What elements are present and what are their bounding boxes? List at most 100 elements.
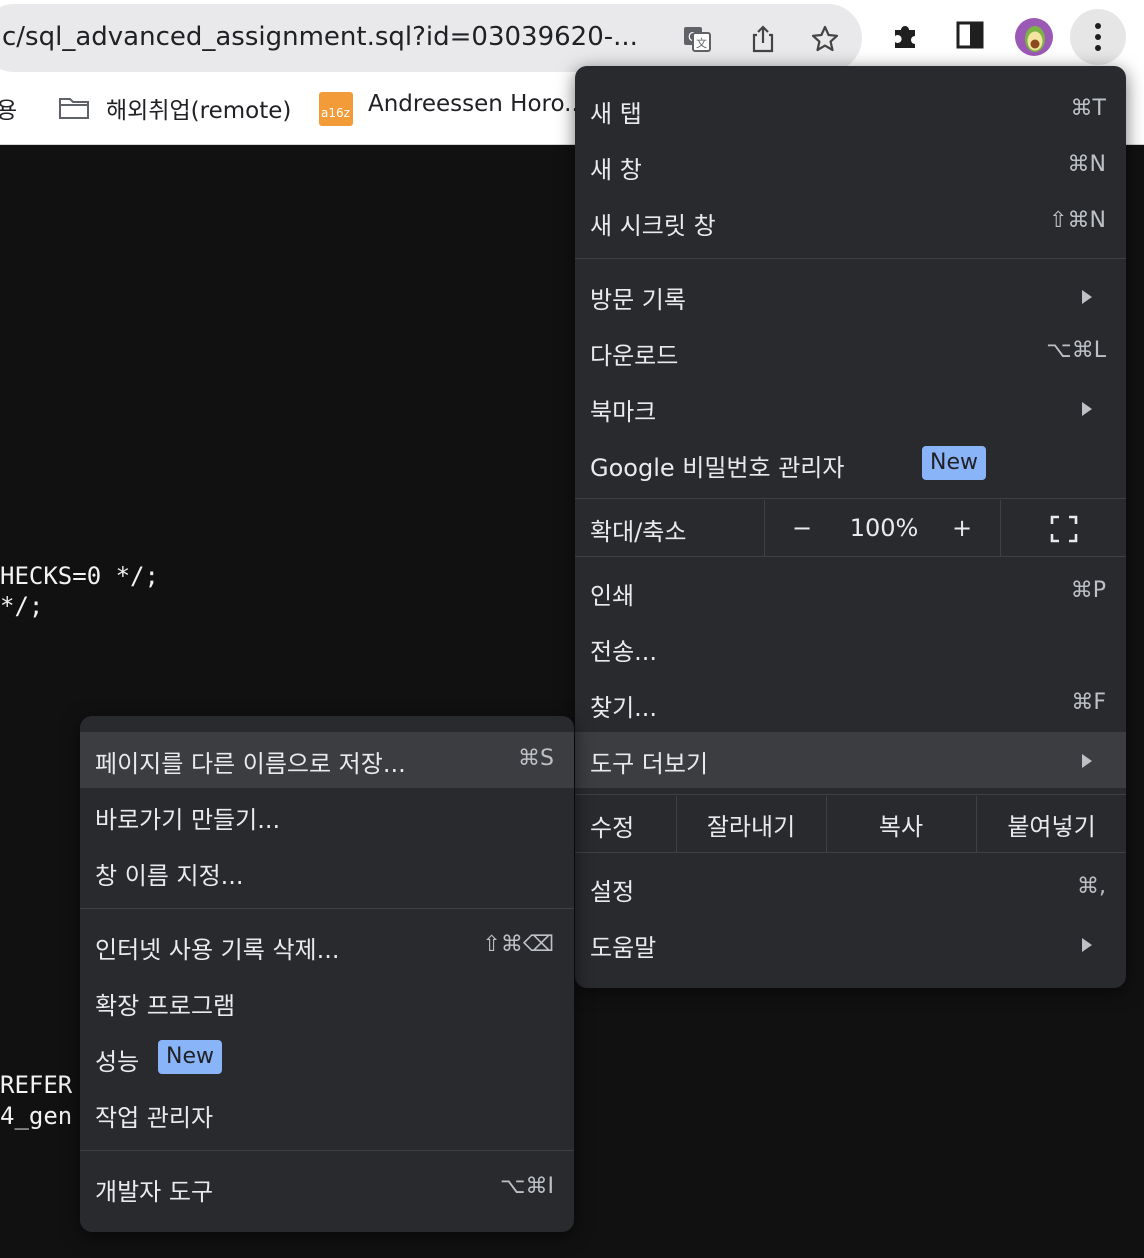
- share-icon[interactable]: [748, 24, 778, 54]
- menu-item-label: 전송...: [590, 638, 658, 666]
- address-bar[interactable]: c/sql_advanced_assignment.sql?id=0303962…: [0, 4, 862, 72]
- submenu-arrow-icon: [1082, 402, 1092, 416]
- menu-divider: [575, 498, 1126, 499]
- menu-item-cast[interactable]: 전송...: [575, 620, 1126, 676]
- menu-item-label: 작업 관리자: [95, 1104, 214, 1132]
- menu-divider: [575, 794, 1126, 795]
- menu-item-label: 도구 더보기: [590, 750, 709, 778]
- menu-item-downloads[interactable]: 다운로드 ⌥⌘L: [575, 324, 1126, 380]
- a16z-logo-icon: a16z: [319, 92, 353, 126]
- paste-button[interactable]: 붙여넣기: [977, 796, 1126, 852]
- menu-item-label: 새 탭: [590, 100, 642, 128]
- menu-item-incognito[interactable]: 새 시크릿 창 ⇧⌘N: [575, 194, 1126, 250]
- kebab-menu-icon: [1095, 23, 1101, 51]
- menu-item-clear-browsing-data[interactable]: 인터넷 사용 기록 삭제... ⇧⌘⌫: [80, 918, 574, 974]
- bookmark-item[interactable]: 용: [0, 91, 17, 125]
- edit-label: 수정: [590, 814, 635, 842]
- menu-divider: [80, 1150, 574, 1151]
- bookmark-item-a16z[interactable]: Andreessen Horo...: [368, 91, 586, 117]
- profile-avatar[interactable]: [1014, 17, 1054, 57]
- menu-item-label: 인쇄: [590, 582, 635, 610]
- menu-item-label: 설정: [590, 878, 635, 906]
- shortcut-label: ⌘T: [1070, 96, 1106, 121]
- menu-item-label: 새 시크릿 창: [590, 212, 716, 240]
- code-line: 4_gen: [0, 1102, 73, 1130]
- bookmark-folder-remote[interactable]: 해외취업(remote): [106, 91, 291, 125]
- zoom-row: 확대/축소 − 100% +: [575, 500, 1126, 556]
- menu-item-label: 찾기...: [590, 694, 658, 722]
- menu-item-extensions[interactable]: 확장 프로그램: [80, 974, 574, 1030]
- shortcut-label: ⌘S: [518, 746, 554, 771]
- menu-item-label: 다운로드: [590, 342, 679, 370]
- new-badge: New: [922, 446, 986, 480]
- shortcut-label: ⌘P: [1070, 578, 1106, 603]
- zoom-level: 100%: [849, 514, 919, 542]
- menu-item-label: 확장 프로그램: [95, 992, 236, 1020]
- cut-button[interactable]: 잘라내기: [677, 796, 825, 852]
- menu-item-label: 새 창: [590, 156, 642, 184]
- menu-item-name-window[interactable]: 창 이름 지정...: [80, 844, 574, 900]
- shortcut-label: ⌥⌘I: [500, 1174, 554, 1199]
- submenu-arrow-icon: [1082, 290, 1092, 304]
- menu-item-settings[interactable]: 설정 ⌘,: [575, 860, 1126, 916]
- extensions-icon[interactable]: [889, 18, 923, 52]
- folder-icon: [59, 98, 89, 119]
- menu-item-history[interactable]: 방문 기록: [575, 268, 1126, 324]
- menu-divider: [575, 258, 1126, 259]
- menu-item-save-page-as[interactable]: 페이지를 다른 이름으로 저장... ⌘S: [80, 732, 574, 788]
- bookmark-star-icon[interactable]: [810, 24, 840, 54]
- menu-item-more-tools[interactable]: 도구 더보기: [575, 732, 1126, 788]
- shortcut-label: ⇧⌘⌫: [482, 932, 554, 957]
- zoom-out-button[interactable]: −: [775, 500, 829, 556]
- code-line: REFER: [0, 1071, 73, 1099]
- url-text[interactable]: c/sql_advanced_assignment.sql?id=0303962…: [2, 22, 638, 52]
- menu-item-label: 바로가기 만들기...: [95, 806, 281, 834]
- code-line: */;: [0, 592, 44, 620]
- menu-item-label: 방문 기록: [590, 286, 686, 314]
- menu-item-find[interactable]: 찾기... ⌘F: [575, 676, 1126, 732]
- shortcut-label: ⇧⌘N: [1049, 208, 1106, 233]
- chrome-main-menu: 새 탭 ⌘T 새 창 ⌘N 새 시크릿 창 ⇧⌘N 방문 기록 다운로드 ⌥⌘L…: [575, 66, 1126, 988]
- menu-divider: [575, 556, 1126, 557]
- menu-item-label: 창 이름 지정...: [95, 862, 244, 890]
- copy-button[interactable]: 복사: [827, 796, 975, 852]
- menu-item-new-tab[interactable]: 새 탭 ⌘T: [575, 82, 1126, 138]
- menu-item-new-window[interactable]: 새 창 ⌘N: [575, 138, 1126, 194]
- svg-text:文: 文: [696, 36, 707, 50]
- fullscreen-icon[interactable]: [1049, 514, 1079, 544]
- zoom-label: 확대/축소: [590, 518, 687, 546]
- shortcut-label: ⌥⌘L: [1046, 338, 1106, 363]
- menu-divider: [80, 908, 574, 909]
- menu-item-developer-tools[interactable]: 개발자 도구 ⌥⌘I: [80, 1160, 574, 1216]
- zoom-divider: [764, 500, 765, 556]
- menu-item-label: 도움말: [590, 934, 657, 962]
- translate-icon[interactable]: G 文: [682, 24, 712, 54]
- chrome-menu-button[interactable]: [1070, 9, 1126, 65]
- shortcut-label: ⌘,: [1077, 874, 1106, 899]
- menu-item-bookmarks[interactable]: 북마크: [575, 380, 1126, 436]
- shortcut-label: ⌘F: [1071, 690, 1106, 715]
- menu-item-print[interactable]: 인쇄 ⌘P: [575, 564, 1126, 620]
- side-panel-icon[interactable]: [953, 18, 987, 52]
- submenu-arrow-icon: [1082, 938, 1092, 952]
- menu-item-label: 북마크: [590, 398, 657, 426]
- menu-divider: [575, 852, 1126, 853]
- menu-item-performance[interactable]: 성능 New: [80, 1030, 574, 1086]
- menu-item-label: 인터넷 사용 기록 삭제...: [95, 936, 340, 964]
- menu-item-label: 개발자 도구: [95, 1178, 214, 1206]
- zoom-divider: [1000, 500, 1001, 556]
- menu-item-task-manager[interactable]: 작업 관리자: [80, 1086, 574, 1142]
- zoom-in-button[interactable]: +: [935, 500, 989, 556]
- shortcut-label: ⌘N: [1067, 152, 1106, 177]
- menu-item-password-manager[interactable]: Google 비밀번호 관리자 New: [575, 436, 1126, 492]
- new-badge: New: [158, 1040, 222, 1074]
- menu-item-label: 페이지를 다른 이름으로 저장...: [95, 750, 406, 778]
- more-tools-submenu: 페이지를 다른 이름으로 저장... ⌘S 바로가기 만들기... 창 이름 지…: [80, 716, 574, 1232]
- menu-item-label: 성능: [95, 1048, 140, 1076]
- edit-row: 수정 잘라내기 복사 붙여넣기: [575, 796, 1126, 852]
- menu-item-create-shortcut[interactable]: 바로가기 만들기...: [80, 788, 574, 844]
- menu-item-label: Google 비밀번호 관리자: [590, 454, 845, 482]
- submenu-arrow-icon: [1082, 754, 1092, 768]
- code-line: HECKS=0 */;: [0, 562, 159, 590]
- menu-item-help[interactable]: 도움말: [575, 916, 1126, 972]
